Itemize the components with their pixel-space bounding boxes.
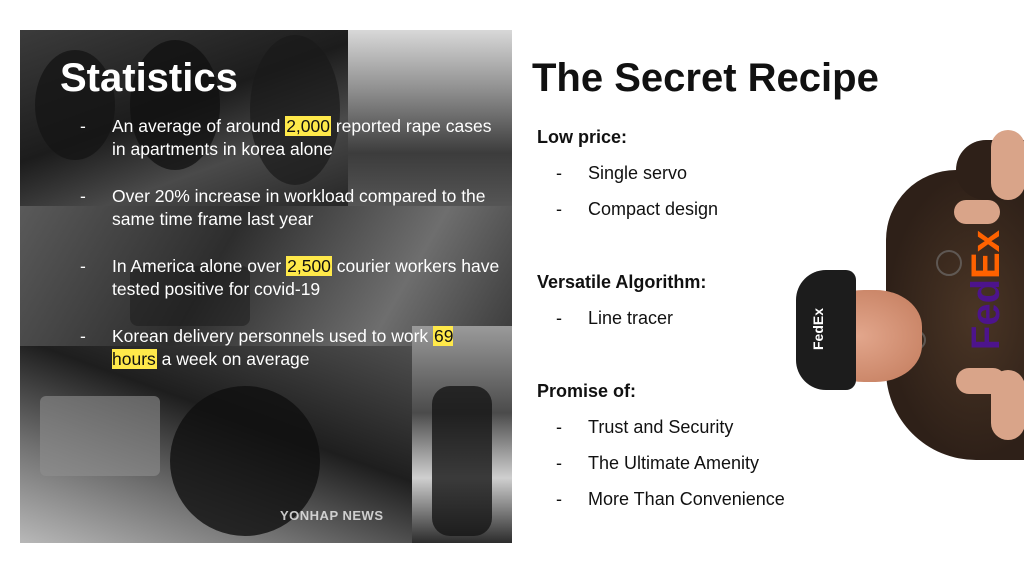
list-item: - The Ultimate Amenity	[537, 452, 785, 474]
section-list: - Line tracer	[537, 307, 706, 329]
logo-ex: Ex	[964, 230, 1008, 279]
list-item-text: More Than Convenience	[588, 489, 785, 509]
statistic-text: An average of around	[112, 116, 286, 136]
highlighted-number: 2,000	[285, 116, 331, 136]
list-item-text: Trust and Security	[588, 417, 734, 437]
bullet-dash: -	[556, 417, 562, 437]
statistic-text: Korean delivery personnels used to work	[112, 326, 434, 346]
list-item-text: Compact design	[588, 199, 719, 219]
section-list: - Single servo - Compact design	[537, 162, 718, 220]
list-item: - Compact design	[537, 198, 718, 220]
section-heading: Promise of:	[537, 381, 637, 401]
monitor-shape	[40, 396, 160, 476]
statistic-text: a week on average	[156, 349, 310, 369]
logo-fed: Fed	[964, 278, 1008, 351]
thumbs-up-hand	[954, 200, 1000, 224]
swirl-pattern-icon	[936, 250, 962, 276]
section-heading: Low price:	[537, 127, 628, 147]
bullet-dash: -	[556, 199, 562, 219]
bullet-dash: -	[80, 326, 86, 346]
statistics-list: - An average of around 2,000 reported ra…	[80, 115, 500, 395]
secret-recipe-title: The Secret Recipe	[532, 56, 879, 100]
statistic-item: - In America alone over 2,500 courier wo…	[80, 255, 500, 301]
list-item-text: The Ultimate Amenity	[588, 453, 760, 473]
thumbs-up-thumb	[991, 130, 1024, 200]
fedex-mascot-image: FedEx FedEx	[796, 130, 1024, 460]
statistic-item: - Korean delivery personnels used to wor…	[80, 325, 500, 371]
bullet-dash: -	[556, 489, 562, 509]
list-item: - Trust and Security	[537, 416, 785, 438]
promise-section: Promise of: - Trust and Security - The Ult…	[537, 380, 785, 510]
statistic-text: In America alone over	[112, 256, 287, 276]
list-item: - Line tracer	[537, 307, 706, 329]
statistics-title: Statistics	[60, 56, 238, 100]
shirt-logo: FedEx	[964, 230, 1008, 351]
section-list: - Trust and Security - The Ultimate Amenit…	[537, 416, 785, 510]
bullet-dash: -	[80, 186, 86, 206]
thumbs-up-thumb	[991, 370, 1024, 440]
bullet-dash: -	[80, 116, 86, 136]
highlighted-number: 2,500	[286, 256, 332, 276]
bullet-dash: -	[556, 163, 562, 183]
statistic-item: - Over 20% increase in workload compared…	[80, 185, 500, 231]
bullet-dash: -	[556, 453, 562, 473]
list-item-text: Line tracer	[588, 308, 674, 328]
list-item: - More Than Convenience	[537, 488, 785, 510]
versatile-algorithm-section: Versatile Algorithm: - Line tracer	[537, 271, 706, 329]
bullet-dash: -	[80, 256, 86, 276]
statistic-item: - An average of around 2,000 reported ra…	[80, 115, 500, 161]
cap-logo: FedEx	[810, 308, 826, 351]
low-price-section: Low price: - Single servo - Compact design	[537, 126, 718, 220]
section-heading: Versatile Algorithm:	[537, 272, 707, 292]
mannequin-shape	[432, 386, 492, 536]
list-item: - Single servo	[537, 162, 718, 184]
bullet-dash: -	[556, 308, 562, 328]
list-item-text: Single servo	[588, 163, 688, 183]
statistic-text: Over 20% increase in workload compared t…	[112, 186, 486, 229]
news-watermark: YONHAP NEWS	[280, 508, 384, 523]
